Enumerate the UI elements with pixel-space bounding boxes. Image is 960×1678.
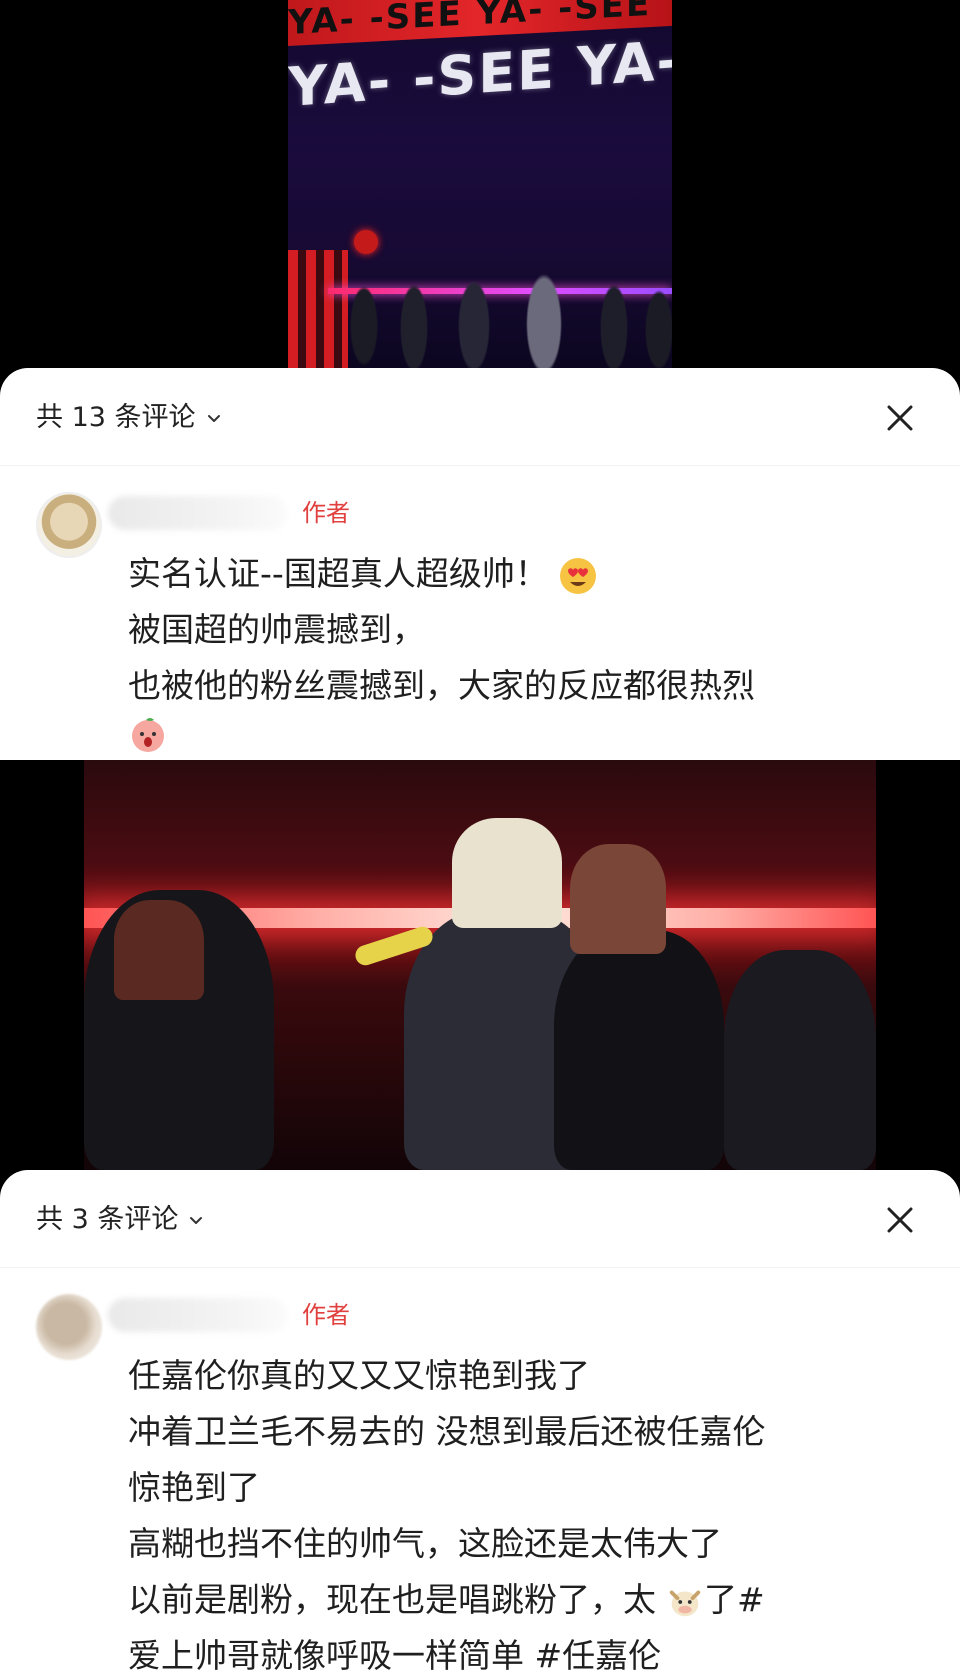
comment-line: 实名认证--国超真人超级帅！ [128,546,928,602]
cow-emoji-icon [669,1590,701,1616]
close-icon [887,405,913,431]
comment-body: 任嘉伦你真的又又又惊艳到我了 冲着卫兰毛不易去的 没想到最后还被任嘉伦 惊艳到了… [128,1348,928,1678]
blurred-username [108,1298,288,1332]
comment-line: 也被他的粉丝震撼到，大家的反应都很热烈 [128,666,755,705]
comments-sheet-1: 共 13 条评论 作者 实名认证--国超真人超级帅！ 被国超的帅震撼到， 也被他… [0,368,960,760]
close-button[interactable] [876,394,924,442]
heart-eyes-emoji-icon [559,557,596,594]
author-badge: 作者 [302,499,350,527]
dancer-left-head [114,900,204,1000]
comment-line [128,714,928,760]
close-button[interactable] [876,1196,924,1244]
comment-body: 实名认证--国超真人超级帅！ 被国超的帅震撼到， 也被他的粉丝震撼到，大家的反应… [128,546,928,760]
blurred-username [108,496,288,530]
chevron-down-icon [207,415,220,422]
comment-line: 冲着卫兰毛不易去的 没想到最后还被任嘉伦 [128,1412,766,1451]
sheet-header: 共 3 条评论 [0,1170,960,1268]
dancer-right-head [570,844,666,954]
avatar[interactable] [36,1294,102,1360]
comment-count-toggle[interactable]: 共 3 条评论 [36,1200,206,1240]
comment-line: 惊艳到了 [128,1468,260,1507]
comment-count-label: 共 13 条评论 [36,402,196,433]
shocked-peach-emoji-icon [132,718,164,752]
stage-lamp [354,230,378,254]
stage-red-pillars [288,250,348,368]
header-divider [0,465,960,466]
sheet-header: 共 13 条评论 [0,368,960,466]
comment-line: 以前是剧粉，现在也是唱跳粉了，太 了# [128,1580,765,1619]
header-divider [0,1267,960,1268]
concert-photo-top: YA- -SEE YA- -SEE YA- -SEE YA- [288,0,672,368]
comment-count-toggle[interactable]: 共 13 条评论 [36,398,224,438]
close-icon [887,1207,913,1233]
performers-silhouettes [344,266,672,368]
comment-line: 高糊也挡不住的帅气，这脸还是太伟大了 [128,1524,722,1563]
hashtag-line[interactable]: 爱上帅哥就像呼吸一样简单 #任嘉伦 [128,1628,928,1678]
avatar[interactable] [36,492,102,558]
screenshot-collage: YA- -SEE YA- -SEE YA- -SEE YA- 共 13 条评论 [0,0,960,1678]
comments-sheet-2: 共 3 条评论 作者 任嘉伦你真的又又又惊艳到我了 冲着卫兰毛不易去的 没想到最… [0,1170,960,1678]
dancer-far-right [724,950,876,1170]
author-badge: 作者 [302,1301,350,1329]
concert-photo-bottom [84,760,876,1170]
singer-blonde-hair [452,818,562,928]
dancer-right [554,930,724,1170]
chevron-down-icon [190,1217,203,1224]
comment-line: 任嘉伦你真的又又又惊艳到我了 [128,1356,590,1395]
neon-sign [294,150,316,220]
comment-line: 被国超的帅震撼到， [128,610,425,649]
comment-count-label: 共 3 条评论 [36,1204,179,1235]
